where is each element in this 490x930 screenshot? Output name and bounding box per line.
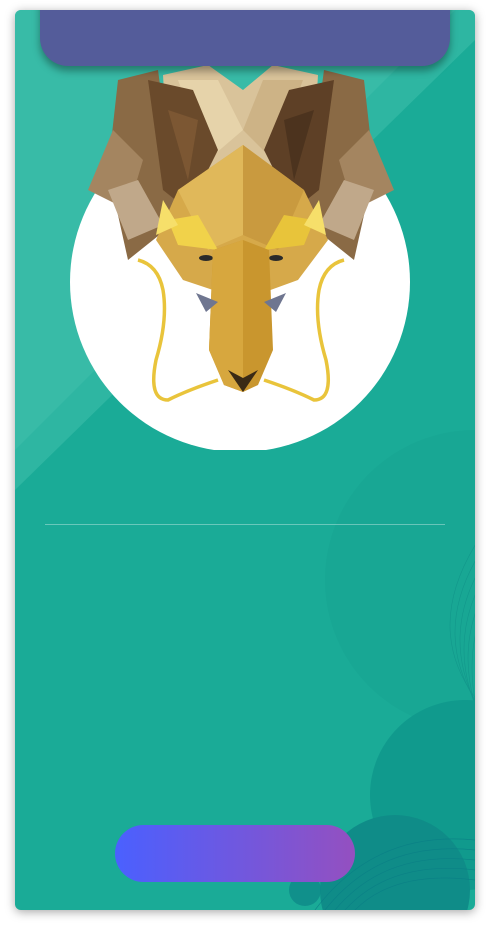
primary-action-button[interactable]: [115, 825, 355, 882]
section-divider: [45, 524, 445, 525]
app-card: [15, 10, 475, 910]
dragon-hero-image: [70, 65, 410, 450]
top-banner: [40, 10, 450, 66]
